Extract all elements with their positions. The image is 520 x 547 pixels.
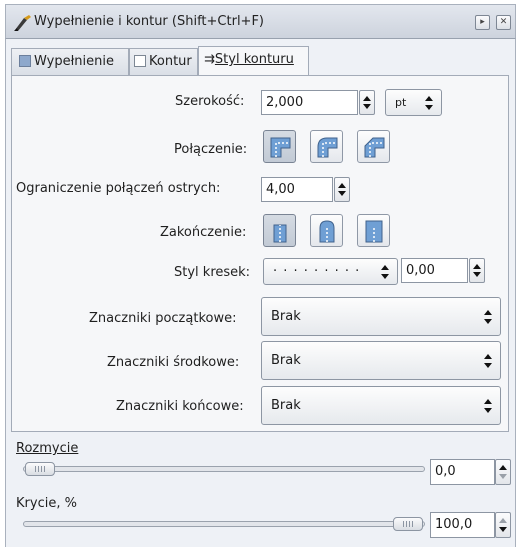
width-input[interactable]: 2,000 (261, 90, 358, 115)
square-cap-icon (365, 220, 383, 243)
end-markers-label: Znaczniki końcowe: (116, 399, 244, 414)
close-dialog-button[interactable]: ✕ (496, 15, 511, 30)
join-label: Połączenie: (174, 142, 248, 157)
miter-limit-spinner[interactable] (334, 177, 350, 202)
miter-limit-input[interactable]: 4,00 (261, 177, 333, 202)
blur-spinner[interactable] (495, 459, 511, 485)
bevel-join-button[interactable] (357, 130, 390, 163)
dialog-title: Wypełnienie i kontur (Shift+Ctrl+F) (34, 14, 264, 29)
dash-pattern-select[interactable]: · · · · · · · · · (263, 258, 398, 285)
blur-label: Rozmycie (16, 441, 79, 456)
start-markers-select[interactable]: Brak (261, 297, 501, 336)
dash-offset-spinner[interactable] (469, 258, 485, 283)
fill-stroke-icon (14, 15, 31, 31)
blur-slider-track[interactable] (23, 466, 425, 472)
opacity-input[interactable]: 100,0 (430, 512, 495, 538)
tab-fill-label: Wypełnienie (34, 54, 114, 69)
tab-stroke-style-label: Styl konturu (214, 52, 294, 67)
start-markers-label: Znaczniki początkowe: (89, 311, 237, 326)
tab-stroke-paint-label: Kontur (149, 54, 192, 69)
tab-stroke-style[interactable]: ⇉Styl konturu (198, 46, 309, 76)
opacity-slider-track[interactable] (23, 521, 425, 527)
tab-stroke-paint[interactable]: Kontur (129, 48, 198, 76)
butt-cap-button[interactable] (263, 214, 296, 247)
square-cap-button[interactable] (357, 214, 390, 247)
dashes-label: Styl kresek: (174, 265, 251, 280)
bevel-join-icon (364, 137, 385, 158)
stroke-swatch-icon (134, 55, 146, 67)
dash-offset-input[interactable]: 0,00 (401, 258, 468, 283)
miter-join-icon (270, 137, 291, 158)
fill-swatch-icon (19, 55, 31, 67)
start-markers-value: Brak (271, 309, 301, 324)
mid-markers-label: Znaczniki środkowe: (107, 355, 240, 370)
cap-label: Zakończenie: (160, 225, 247, 240)
blur-input[interactable]: 0,0 (430, 459, 495, 485)
opacity-label: Krycie, % (16, 496, 77, 511)
opacity-slider-thumb[interactable] (393, 517, 423, 531)
miter-join-button[interactable] (263, 130, 296, 163)
unit-select[interactable]: pt (385, 89, 442, 116)
tab-fill[interactable]: Wypełnienie (11, 48, 129, 76)
stroke-style-icon: ⇉ (204, 52, 215, 67)
blur-slider-thumb[interactable] (25, 462, 55, 476)
dash-pattern-value: · · · · · · · · · (273, 264, 361, 279)
mid-markers-select[interactable]: Brak (261, 341, 501, 380)
pin-dialog-button[interactable]: ▸ (475, 15, 490, 30)
width-label: Szerokość: (175, 94, 245, 109)
end-markers-select[interactable]: Brak (261, 386, 501, 425)
end-markers-value: Brak (271, 398, 301, 413)
dialog-titlebar: Wypełnienie i kontur (Shift+Ctrl+F) ▸ ✕ (5, 4, 516, 39)
width-spinner[interactable] (359, 90, 375, 115)
unit-select-value: pt (395, 96, 407, 109)
round-cap-icon (319, 220, 335, 243)
round-join-button[interactable] (310, 130, 343, 163)
mid-markers-value: Brak (271, 353, 301, 368)
miter-limit-label: Ograniczenie połączeń ostrych: (16, 181, 221, 196)
butt-cap-icon (273, 224, 287, 243)
round-cap-button[interactable] (310, 214, 343, 247)
opacity-spinner[interactable] (495, 512, 511, 538)
round-join-icon (317, 137, 338, 158)
